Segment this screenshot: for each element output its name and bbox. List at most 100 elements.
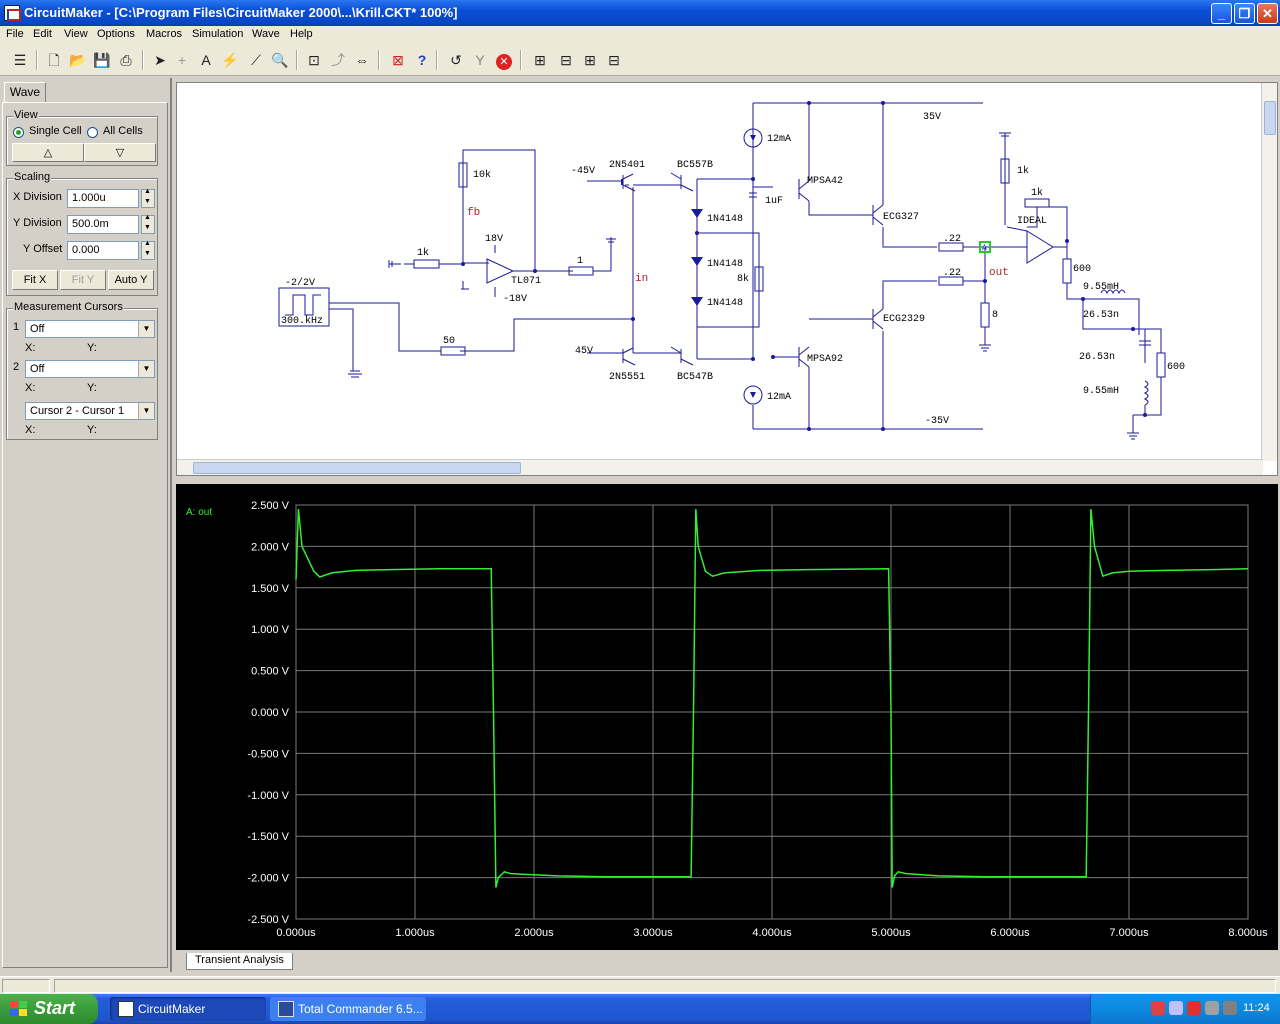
zoom-fit-icon[interactable]: ⊡	[304, 50, 324, 70]
multi-wave-icon[interactable]: ⊞	[580, 50, 600, 70]
toolbar-separator	[142, 50, 144, 70]
close-button[interactable]: ✕	[1257, 3, 1278, 24]
volume-icon[interactable]	[1223, 1001, 1237, 1015]
y-tick-label: 0.500 V	[251, 666, 290, 678]
window-title: CircuitMaker - [C:\Program Files\Circuit…	[24, 5, 458, 20]
schematic-canvas[interactable]: -2/2V 300.kHz 1k 10k 18V -18V TL071 50 1…	[176, 82, 1278, 476]
y-tick-label: -1.500 V	[247, 831, 289, 843]
scope-icon[interactable]: ⊟	[604, 50, 624, 70]
zoom-icon[interactable]: 🔍	[270, 50, 290, 70]
save-icon[interactable]: 💾	[92, 50, 112, 70]
y-tick-label: -0.500 V	[247, 748, 289, 760]
menu-macros[interactable]: Macros	[146, 28, 182, 40]
status-cell	[2, 979, 50, 993]
chevron-down-icon: ▼	[138, 361, 154, 377]
arrow-pointer-icon[interactable]: ➤	[150, 50, 170, 70]
y-offset-label: Y Offset	[23, 243, 63, 255]
new-file-icon[interactable]: 🗋	[44, 50, 64, 70]
reset-icon[interactable]: ↺	[446, 50, 466, 70]
schem-r1k-a-label: 1k	[1017, 165, 1029, 177]
start-button[interactable]: Start	[0, 994, 98, 1024]
menu-file[interactable]: File	[6, 28, 24, 40]
menu-wave[interactable]: Wave	[252, 28, 280, 40]
schem-q2-label: 2N5551	[609, 372, 645, 383]
menu-bar: File Edit View Options Macros Simulation…	[0, 26, 1280, 44]
menu-options[interactable]: Options	[97, 28, 135, 40]
all-cells-label: All Cells	[103, 125, 143, 137]
fit-x-button[interactable]: Fit X	[12, 270, 58, 290]
y-tick-label: 0.000 V	[251, 707, 290, 719]
tab-wave[interactable]: Wave	[4, 82, 46, 102]
mirror-icon[interactable]: ⇔	[352, 50, 372, 70]
network-icon[interactable]	[1151, 1001, 1165, 1015]
y-offset-spinner[interactable]	[141, 240, 155, 260]
task-total-commander[interactable]: Total Commander 6.5...	[270, 997, 426, 1021]
schem-vneg45-label: -45V	[571, 166, 595, 177]
fit-y-button[interactable]: Fit Y	[60, 270, 106, 290]
toolbar-separator	[520, 50, 522, 70]
measurement-cursors-group: Measurement Cursors 1 Off ▼ X: Y: 2 Off ▼ …	[6, 301, 158, 440]
schematic-horizontal-scrollbar[interactable]	[177, 459, 1263, 475]
print-icon[interactable]: ⎙	[116, 50, 136, 70]
task-circuitmaker[interactable]: CircuitMaker	[110, 997, 266, 1021]
stop-icon[interactable]: ✕	[494, 50, 514, 70]
circuitmaker-app-icon[interactable]	[4, 5, 21, 21]
cursor1-select[interactable]: Off ▼	[25, 320, 155, 338]
rotate-icon[interactable]: ⤴	[328, 50, 348, 70]
single-cell-radio[interactable]	[13, 127, 24, 138]
cell-up-button[interactable]: △	[12, 143, 84, 162]
cell-down-button[interactable]: ▽	[84, 143, 156, 162]
y-tick-label: -2.000 V	[247, 873, 289, 885]
bluetooth-icon[interactable]	[1205, 1001, 1219, 1015]
text-icon[interactable]: A	[196, 50, 216, 70]
schem-r50-label: 50	[443, 336, 455, 347]
y-division-label: Y Division	[13, 217, 62, 229]
minimize-button[interactable]: _	[1211, 3, 1232, 24]
schem-c1-label: 1uF	[765, 196, 783, 207]
restore-button[interactable]: ❐	[1234, 3, 1255, 24]
schem-src-label: -2/2V	[285, 277, 315, 289]
chevron-down-icon: ▼	[138, 403, 154, 419]
tab-transient-analysis[interactable]: Transient Analysis	[186, 953, 293, 970]
antivirus-icon[interactable]	[1187, 1001, 1201, 1015]
vertical-scroll-thumb[interactable]	[1264, 101, 1276, 135]
system-tray: 11:24	[1090, 994, 1280, 1024]
horizontal-scroll-thumb[interactable]	[193, 462, 521, 474]
diff-y-label: Y:	[87, 424, 97, 436]
waveform-plot[interactable]: 2.500 V 2.000 V 1.500 V 1.000 V 0.500 V 0.000…	[176, 484, 1278, 950]
cursor2-select[interactable]: Off ▼	[25, 360, 155, 378]
waveform-icon[interactable]: ⊟	[556, 50, 576, 70]
digital-sim-icon[interactable]: ⊠	[388, 50, 408, 70]
schem-vneg35-label: -35V	[925, 416, 949, 427]
wire-cross-icon[interactable]: +	[172, 50, 192, 70]
menu-edit[interactable]: Edit	[33, 28, 52, 40]
y-division-field[interactable]: 500.0m	[67, 215, 139, 234]
wand-icon[interactable]: ⟋	[246, 50, 266, 70]
menu-view[interactable]: View	[64, 28, 88, 40]
y-division-spinner[interactable]	[141, 214, 155, 234]
open-folder-icon[interactable]: 📂	[68, 50, 88, 70]
y-offset-field[interactable]: 0.000	[67, 241, 139, 260]
schem-rload-label: 8	[992, 310, 998, 321]
toolbar-separator	[36, 50, 38, 70]
toolbox-icon[interactable]: ☰	[10, 50, 30, 70]
x-tick-label: 8.000us	[1228, 927, 1268, 939]
schematic-vertical-scrollbar[interactable]	[1261, 83, 1277, 461]
menu-simulation[interactable]: Simulation	[192, 28, 243, 40]
schem-d3-label: 1N4148	[707, 298, 743, 309]
help-icon[interactable]: ?	[412, 50, 432, 70]
analysis-setup-icon[interactable]: ⊞	[530, 50, 550, 70]
probe-icon[interactable]: ⚡	[220, 50, 240, 70]
schem-vpos45-label: 45V	[575, 346, 593, 357]
step-icon[interactable]: Y	[470, 50, 490, 70]
x-division-field[interactable]: 1.000u	[67, 189, 139, 208]
scaling-group-label: Scaling	[13, 171, 52, 183]
menu-help[interactable]: Help	[290, 28, 313, 40]
scaling-group: Scaling X Division 1.000u Y Division 500…	[6, 171, 158, 296]
all-cells-radio[interactable]	[87, 127, 98, 138]
security-shield-icon[interactable]	[1169, 1001, 1183, 1015]
schem-re1-label: .22	[943, 234, 961, 245]
cursor-diff-select[interactable]: Cursor 2 - Cursor 1 ▼	[25, 402, 155, 420]
auto-y-button[interactable]: Auto Y	[108, 270, 154, 290]
x-division-spinner[interactable]	[141, 188, 155, 208]
